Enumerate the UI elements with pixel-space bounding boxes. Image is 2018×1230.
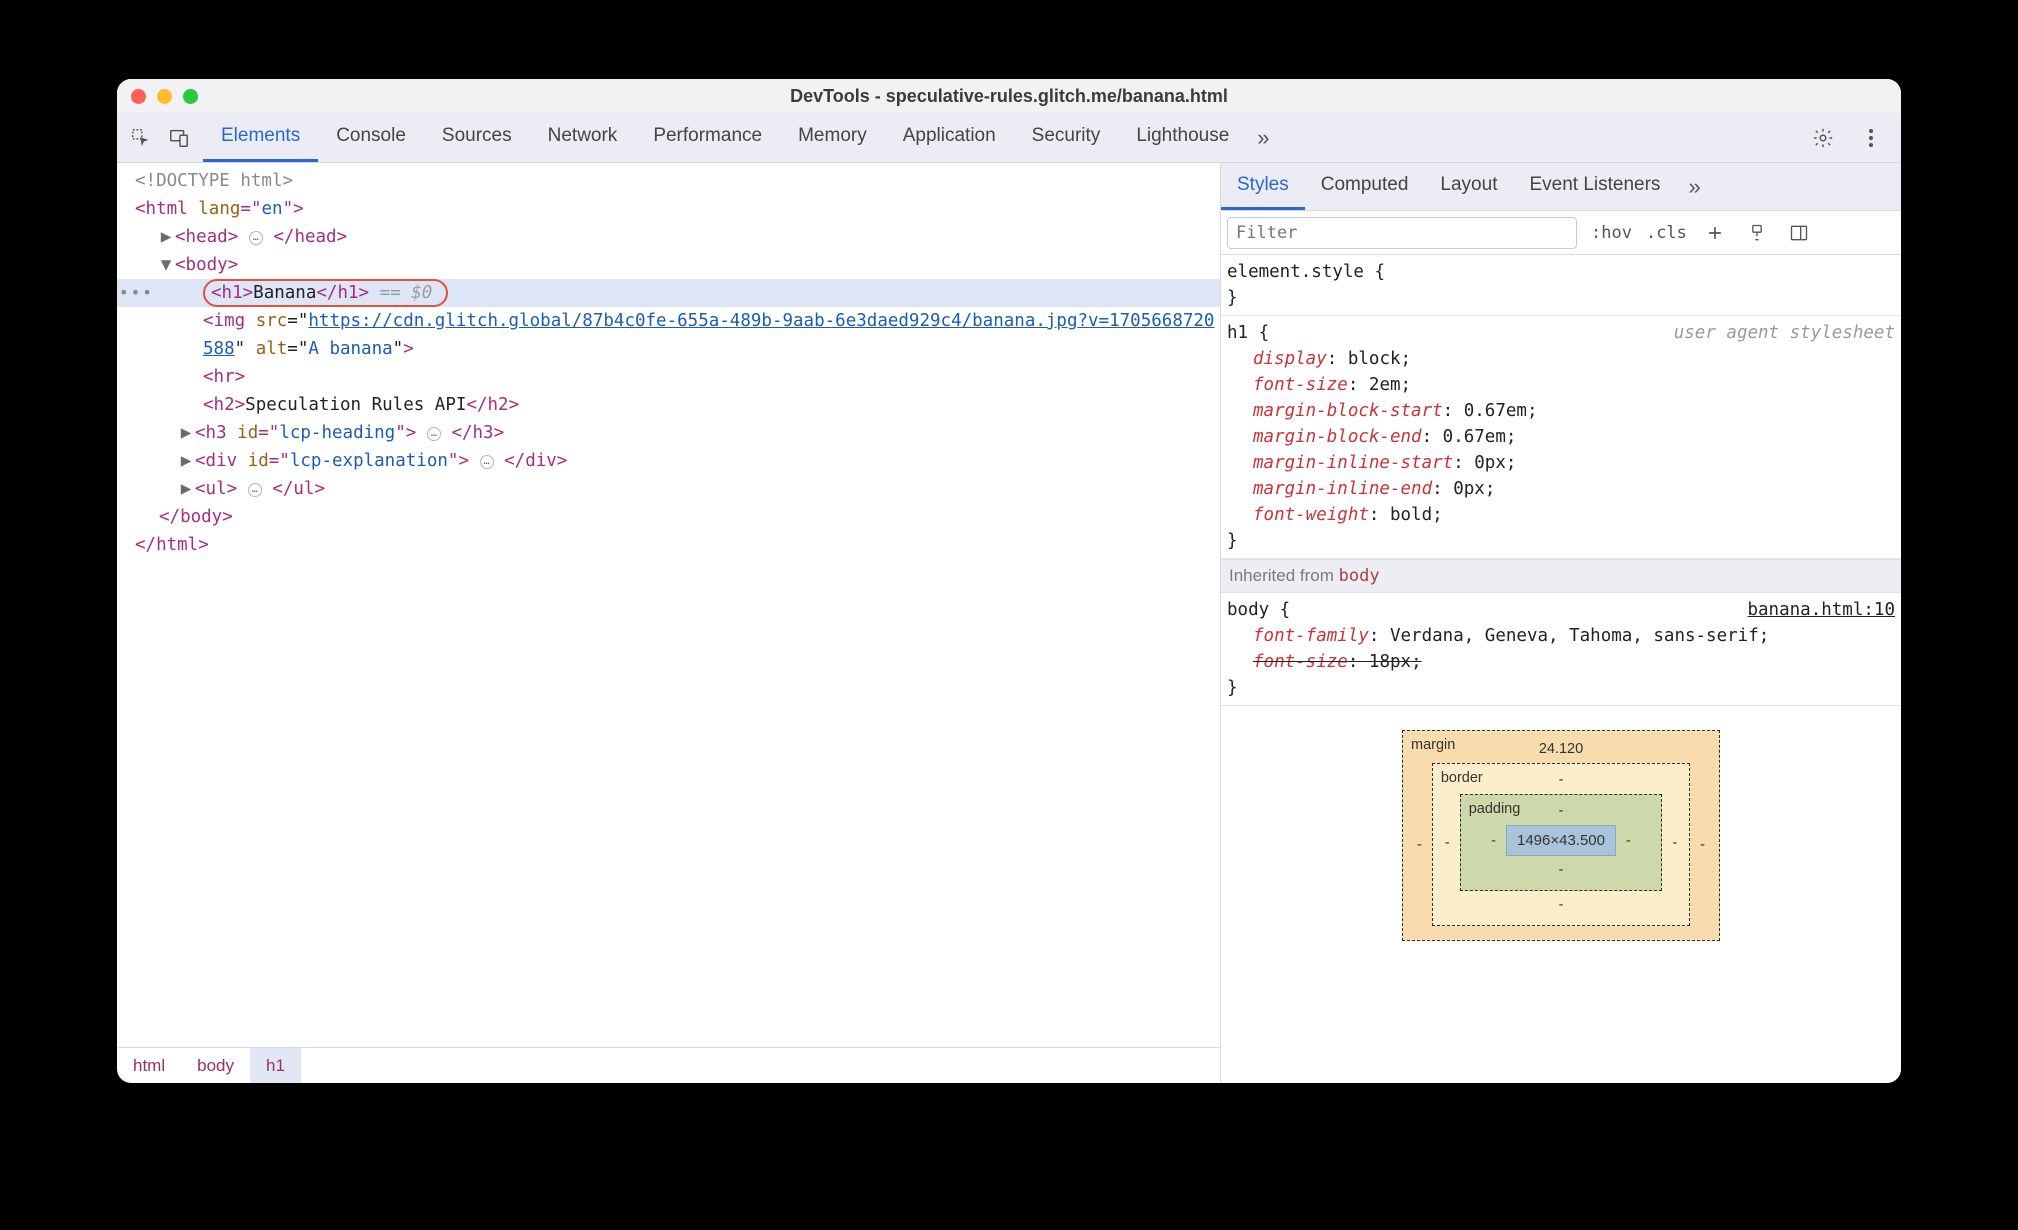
tab-computed[interactable]: Computed bbox=[1305, 163, 1425, 210]
margin-label: margin bbox=[1411, 737, 1455, 753]
tab-console[interactable]: Console bbox=[318, 113, 424, 162]
kebab-menu-icon[interactable] bbox=[1857, 124, 1885, 152]
tab-styles[interactable]: Styles bbox=[1221, 163, 1305, 210]
source-link[interactable]: banana.html:10 bbox=[1747, 597, 1895, 623]
tab-event-listeners[interactable]: Event Listeners bbox=[1513, 163, 1676, 210]
box-model[interactable]: margin 24.120 - border - - padding bbox=[1221, 706, 1901, 941]
dom-h3[interactable]: <h3 id="lcp-heading"> bbox=[195, 423, 416, 443]
traffic-lights bbox=[131, 89, 198, 104]
dom-body-open[interactable]: <body> bbox=[175, 255, 238, 275]
inspect-element-icon[interactable] bbox=[127, 124, 155, 152]
padding-left-value[interactable]: - bbox=[1491, 833, 1496, 849]
more-styles-tabs-icon[interactable]: » bbox=[1676, 163, 1712, 210]
inherited-from-link[interactable]: body bbox=[1339, 566, 1380, 586]
dom-body-close[interactable]: </body> bbox=[159, 507, 233, 527]
padding-label: padding bbox=[1469, 801, 1521, 817]
breadcrumb: html body h1 bbox=[117, 1047, 1220, 1083]
padding-right-value[interactable]: - bbox=[1626, 833, 1631, 849]
dom-div[interactable]: <div id="lcp-explanation"> bbox=[195, 451, 469, 471]
margin-top-value[interactable]: 24.120 bbox=[1417, 741, 1705, 757]
expand-ul-icon[interactable]: ▶ bbox=[179, 475, 193, 503]
minimize-window-button[interactable] bbox=[157, 89, 172, 104]
border-left-value[interactable]: - bbox=[1445, 835, 1450, 851]
margin-right-value[interactable]: - bbox=[1700, 837, 1705, 853]
crumb-html[interactable]: html bbox=[117, 1048, 181, 1083]
crumb-body[interactable]: body bbox=[181, 1048, 250, 1083]
border-label: border bbox=[1441, 770, 1483, 786]
dom-html-open[interactable]: <html lang="en"> bbox=[135, 199, 304, 219]
user-agent-label: user agent stylesheet bbox=[1674, 320, 1895, 346]
dom-doctype[interactable]: <!DOCTYPE html> bbox=[135, 171, 293, 191]
ellipsis-icon[interactable]: … bbox=[249, 231, 263, 245]
tab-security[interactable]: Security bbox=[1014, 113, 1119, 162]
tab-layout[interactable]: Layout bbox=[1424, 163, 1513, 210]
paint-flash-icon[interactable] bbox=[1743, 219, 1771, 247]
titlebar: DevTools - speculative-rules.glitch.me/b… bbox=[117, 79, 1901, 113]
hov-toggle[interactable]: :hov bbox=[1591, 223, 1632, 243]
computed-sidebar-toggle-icon[interactable] bbox=[1785, 219, 1813, 247]
ellipsis-icon[interactable]: … bbox=[427, 427, 441, 441]
dom-selected-h1[interactable]: ••• <h1>Banana</h1> == $0 bbox=[117, 279, 1220, 307]
main-tabstrip: Elements Console Sources Network Perform… bbox=[117, 113, 1901, 163]
padding-bottom-value[interactable]: - bbox=[1473, 862, 1650, 878]
expand-head-icon[interactable]: ▶ bbox=[159, 223, 173, 251]
border-bottom-value[interactable]: - bbox=[1445, 897, 1677, 913]
row-actions-icon[interactable]: ••• bbox=[119, 279, 154, 307]
expand-h3-icon[interactable]: ▶ bbox=[179, 419, 193, 447]
tab-sources[interactable]: Sources bbox=[424, 113, 530, 162]
collapse-body-icon[interactable]: ▼ bbox=[159, 251, 173, 279]
ellipsis-icon[interactable]: … bbox=[480, 455, 494, 469]
styles-toolbar: :hov .cls bbox=[1221, 211, 1901, 255]
expand-div-icon[interactable]: ▶ bbox=[179, 447, 193, 475]
window-title: DevTools - speculative-rules.glitch.me/b… bbox=[117, 86, 1901, 107]
dom-tree[interactable]: <!DOCTYPE html> <html lang="en"> ▶<head>… bbox=[117, 163, 1220, 1047]
styles-pane: Styles Computed Layout Event Listeners »… bbox=[1221, 163, 1901, 1083]
devtools-window: DevTools - speculative-rules.glitch.me/b… bbox=[117, 79, 1901, 1083]
dom-head[interactable]: <head> bbox=[175, 227, 238, 247]
cls-toggle[interactable]: .cls bbox=[1646, 223, 1687, 243]
rule-body[interactable]: body {banana.html:10 font-family: Verdan… bbox=[1221, 593, 1901, 706]
rule-element-style[interactable]: element.style { } bbox=[1221, 255, 1901, 316]
tab-lighthouse[interactable]: Lighthouse bbox=[1118, 113, 1247, 162]
dom-hr[interactable]: <hr> bbox=[203, 367, 245, 387]
main-tabs: Elements Console Sources Network Perform… bbox=[203, 113, 1280, 162]
dom-h2[interactable]: <h2>Speculation Rules API</h2> bbox=[117, 391, 1220, 419]
border-right-value[interactable]: - bbox=[1672, 835, 1677, 851]
elements-pane: <!DOCTYPE html> <html lang="en"> ▶<head>… bbox=[117, 163, 1221, 1083]
inherited-from-bar: Inherited from body bbox=[1221, 559, 1901, 593]
styles-tabstrip: Styles Computed Layout Event Listeners » bbox=[1221, 163, 1901, 211]
settings-icon[interactable] bbox=[1809, 124, 1837, 152]
dom-ul[interactable]: <ul> bbox=[195, 479, 237, 499]
maximize-window-button[interactable] bbox=[183, 89, 198, 104]
device-toolbar-icon[interactable] bbox=[165, 124, 193, 152]
more-tabs-icon[interactable]: » bbox=[1247, 113, 1279, 162]
tab-elements[interactable]: Elements bbox=[203, 113, 318, 162]
margin-left-value[interactable]: - bbox=[1417, 837, 1422, 853]
close-window-button[interactable] bbox=[131, 89, 146, 104]
new-style-rule-icon[interactable] bbox=[1701, 219, 1729, 247]
dom-img[interactable]: <img src="https://cdn.glitch.global/87b4… bbox=[117, 307, 1220, 363]
main-split: <!DOCTYPE html> <html lang="en"> ▶<head>… bbox=[117, 163, 1901, 1083]
ellipsis-icon[interactable]: … bbox=[248, 483, 262, 497]
tab-performance[interactable]: Performance bbox=[635, 113, 780, 162]
rule-h1[interactable]: h1 {user agent stylesheet display: block… bbox=[1221, 316, 1901, 559]
tab-memory[interactable]: Memory bbox=[780, 113, 885, 162]
tab-network[interactable]: Network bbox=[530, 113, 636, 162]
dom-html-close[interactable]: </html> bbox=[135, 535, 209, 555]
tab-application[interactable]: Application bbox=[885, 113, 1014, 162]
crumb-h1[interactable]: h1 bbox=[250, 1048, 301, 1083]
content-size[interactable]: 1496×43.500 bbox=[1506, 825, 1616, 856]
styles-filter-input[interactable] bbox=[1227, 217, 1577, 249]
